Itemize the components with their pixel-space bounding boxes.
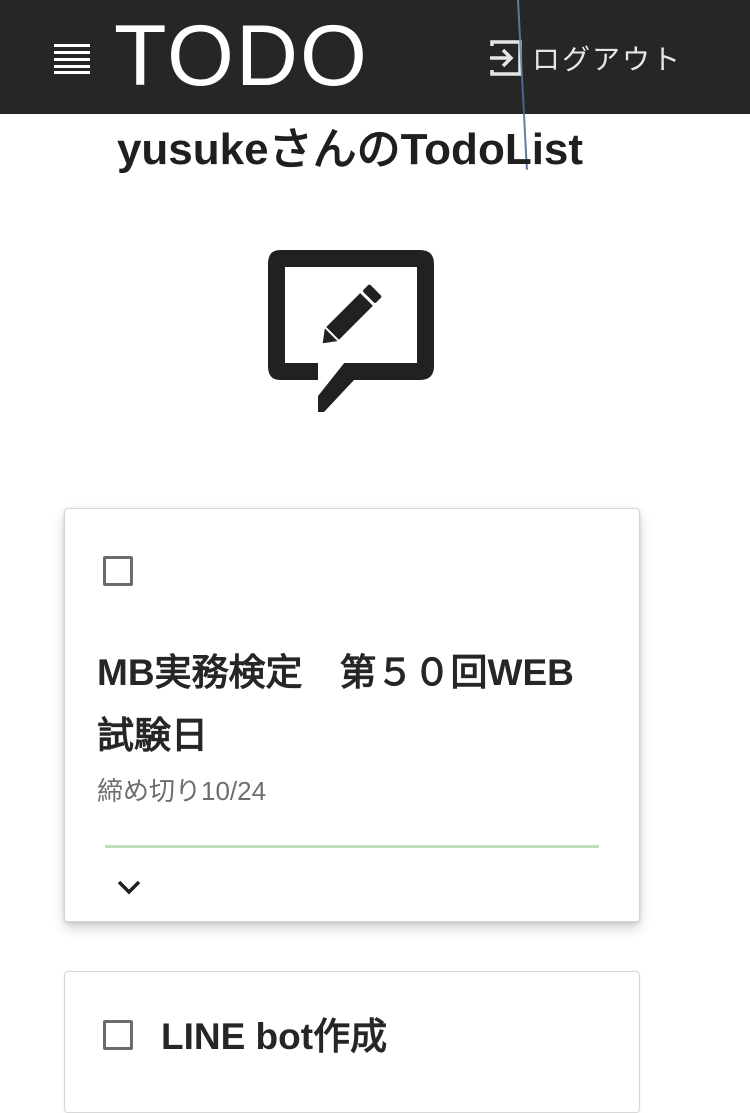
app-title: TODO	[114, 8, 369, 104]
todo-card: LINE bot作成	[64, 971, 640, 1113]
page-title: yusukeさんのTodoList	[116, 125, 584, 174]
edit-comment-icon[interactable]	[266, 248, 436, 418]
todo-deadline: 締め切り10/24	[97, 776, 267, 806]
todo-checkbox[interactable]	[103, 1020, 133, 1050]
card-divider	[105, 845, 599, 848]
menu-icon[interactable]	[54, 42, 90, 74]
logout-label: ログアウト	[532, 44, 683, 75]
todo-title: MB実務検定 第５０回WEB試験日	[97, 652, 574, 756]
todo-card: MB実務検定 第５０回WEB試験日 締め切り10/24	[64, 508, 640, 922]
todo-title: LINE bot作成	[161, 1016, 388, 1057]
chevron-down-icon[interactable]	[115, 873, 143, 901]
logout-button[interactable]: ログアウト	[486, 36, 682, 80]
app-bar: TODO ログアウト	[0, 0, 750, 114]
todo-checkbox[interactable]	[103, 556, 133, 586]
